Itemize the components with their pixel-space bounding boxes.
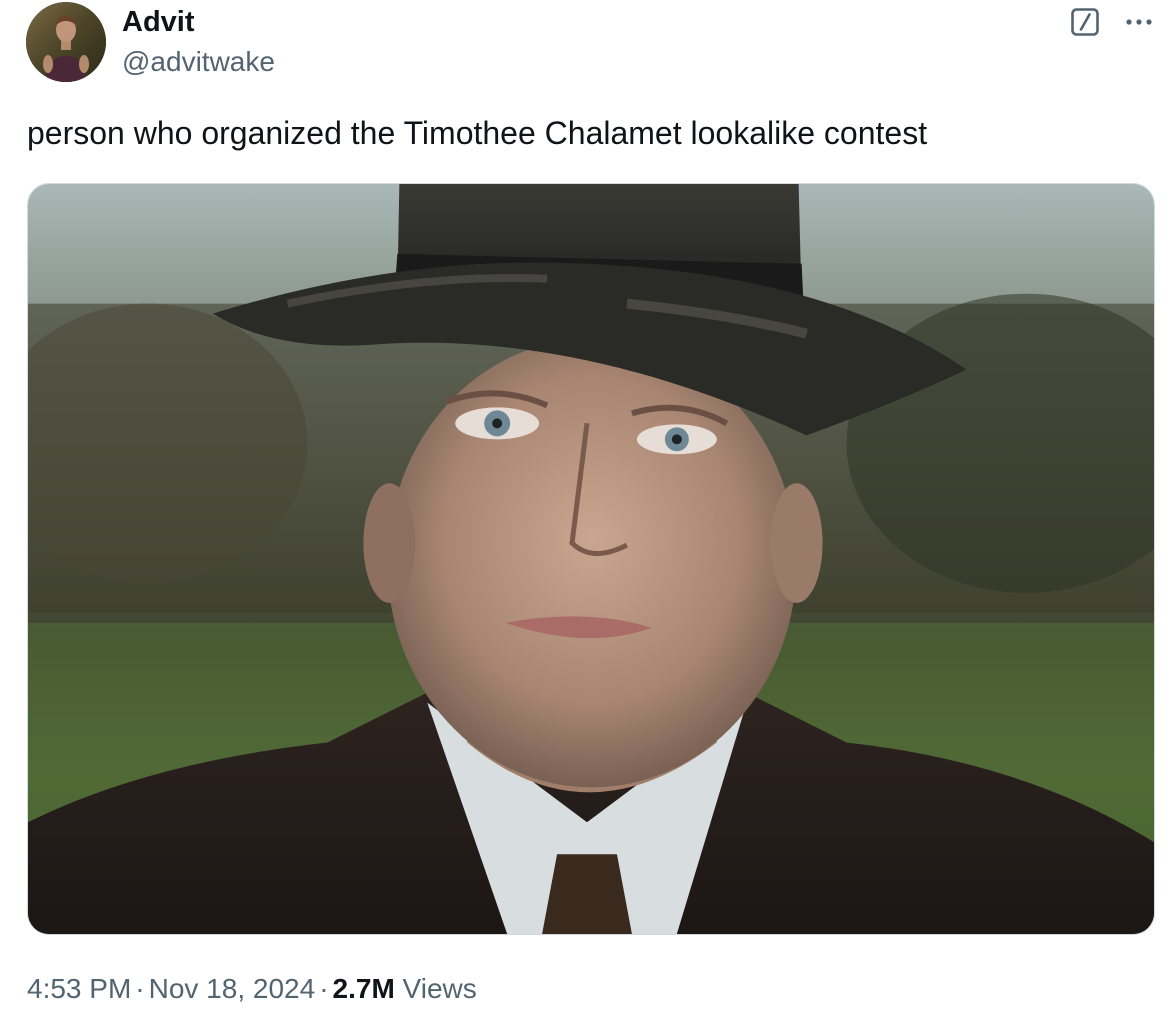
views-count[interactable]: 2.7M [333,973,395,1004]
tweet-card: Advit @advitwake person who organized th… [0,0,1176,1036]
meta-separator: · [319,973,329,1004]
author-handle[interactable]: @advitwake [122,45,275,79]
man-in-fedora-photo [28,184,1154,934]
grok-button[interactable] [1070,7,1100,37]
avatar[interactable] [26,2,106,82]
meta-separator: · [135,973,145,1004]
grok-slash-icon [1071,8,1099,36]
tweet-meta: 4:53 PM · Nov 18, 2024 · 2.7M Views [27,971,477,1007]
tweet-time[interactable]: 4:53 PM [27,973,131,1004]
author-name[interactable]: Advit [122,4,195,40]
tweet-date[interactable]: Nov 18, 2024 [149,973,316,1004]
more-dots-icon [1126,19,1152,25]
avatar-photo-icon [26,2,106,82]
more-options-button[interactable] [1122,8,1156,36]
tweet-text: person who organized the Timothee Chalam… [27,115,928,151]
tweet-media-image[interactable] [27,183,1155,935]
views-label: Views [402,973,477,1004]
